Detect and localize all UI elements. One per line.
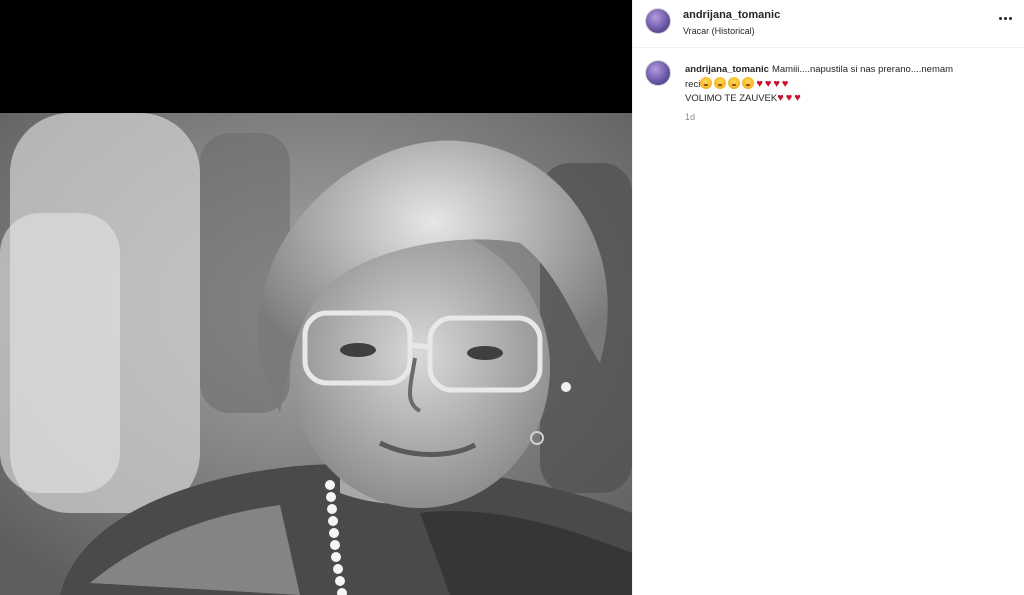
sad-emoji-row — [700, 77, 756, 90]
sad-emoji-icon — [700, 77, 713, 89]
instagram-post: andrijana_tomanic Vracar (Historical) an… — [0, 0, 1024, 595]
caption-username[interactable]: andrijana_tomanic — [685, 64, 769, 75]
author-avatar[interactable] — [645, 8, 671, 34]
heart-icon: ♥ — [773, 78, 780, 90]
post-header: andrijana_tomanic Vracar (Historical) — [633, 0, 1024, 48]
caption-timestamp[interactable]: 1d — [685, 112, 695, 122]
sad-emoji-icon — [714, 77, 727, 89]
post-photo[interactable] — [0, 113, 632, 595]
heart-icon: ♥ — [756, 78, 763, 90]
caption-avatar[interactable] — [645, 60, 671, 86]
sad-emoji-icon — [742, 77, 755, 89]
heart-icon: ♥ — [785, 92, 793, 104]
heart-icon: ♥ — [764, 78, 772, 90]
post-media[interactable] — [0, 0, 632, 595]
more-horizontal-icon[interactable] — [995, 10, 1015, 26]
heart-icon: ♥ — [794, 92, 801, 104]
post-sidebar: andrijana_tomanic Vracar (Historical) an… — [632, 0, 1024, 595]
post-location[interactable]: Vracar (Historical) — [683, 26, 755, 36]
author-username[interactable]: andrijana_tomanic — [683, 9, 780, 21]
heart-icon: ♥ — [777, 92, 784, 104]
sad-emoji-icon — [728, 77, 741, 89]
caption-line2-prefix: reci — [685, 79, 701, 90]
portrait-image — [0, 113, 632, 595]
caption-line3: VOLIMO TE ZAUVEK — [685, 93, 778, 104]
caption-line1: Mamiii....napustila si nas prerano....ne… — [771, 64, 954, 75]
heart-icon: ♥ — [781, 78, 789, 90]
letterbox-band — [0, 0, 632, 113]
caption-text: andrijana_tomanic Mamiii....napustila si … — [685, 63, 985, 106]
